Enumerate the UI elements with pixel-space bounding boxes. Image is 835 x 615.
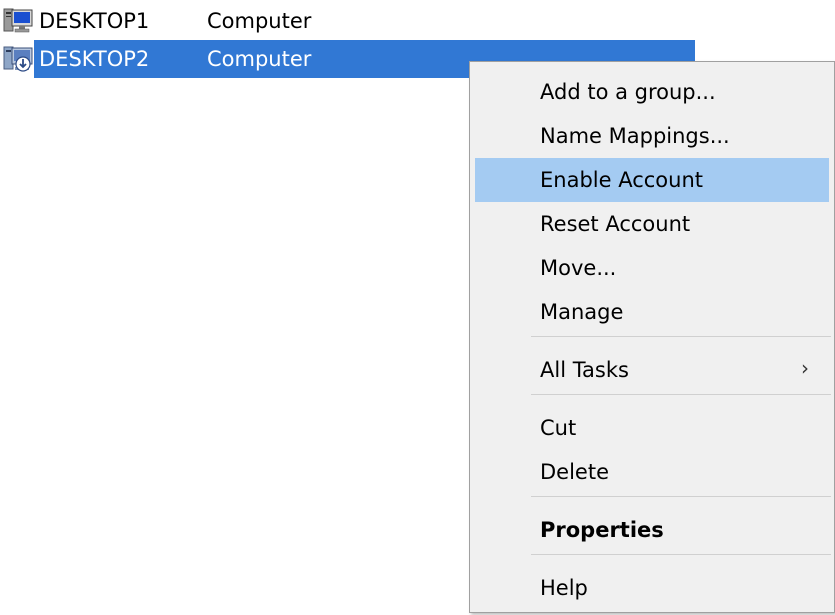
menu-item-label: Move... [540, 256, 617, 280]
disabled-computer-icon [3, 44, 33, 74]
context-menu: Add to a group... Name Mappings... Enabl… [469, 61, 835, 613]
menu-item-delete[interactable]: Delete [475, 450, 829, 494]
menu-item-label: Properties [540, 518, 664, 542]
menu-item-reset-account[interactable]: Reset Account [475, 202, 829, 246]
row-type: Computer [207, 9, 312, 33]
menu-item-label: Add to a group... [540, 80, 716, 104]
chevron-right-icon: › [801, 356, 809, 380]
menu-item-help[interactable]: Help [475, 566, 829, 610]
menu-item-all-tasks[interactable]: All Tasks › [475, 348, 829, 392]
menu-item-move[interactable]: Move... [475, 246, 829, 290]
menu-item-enable-account[interactable]: Enable Account [475, 158, 829, 202]
menu-item-label: Manage [540, 300, 624, 324]
menu-item-label: Delete [540, 460, 609, 484]
menu-item-label: All Tasks [540, 358, 629, 382]
menu-item-label: Help [540, 576, 588, 600]
list-row-desktop1[interactable]: DESKTOP1 Computer [0, 2, 695, 40]
menu-item-label: Name Mappings... [540, 124, 730, 148]
computer-icon [3, 6, 33, 36]
menu-item-label: Cut [540, 416, 577, 440]
row-type: Computer [207, 47, 312, 71]
menu-item-manage[interactable]: Manage [475, 290, 829, 334]
menu-item-name-mappings[interactable]: Name Mappings... [475, 114, 829, 158]
menu-item-cut[interactable]: Cut [475, 406, 829, 450]
row-name: DESKTOP2 [39, 47, 150, 71]
menu-separator [531, 394, 831, 395]
menu-item-properties[interactable]: Properties [475, 508, 829, 552]
menu-separator [531, 496, 831, 497]
menu-separator [531, 336, 831, 337]
row-name: DESKTOP1 [39, 9, 150, 33]
menu-item-label: Reset Account [540, 212, 691, 236]
menu-separator [531, 554, 831, 555]
menu-item-label: Enable Account [540, 168, 703, 192]
menu-item-add-to-group[interactable]: Add to a group... [475, 70, 829, 114]
